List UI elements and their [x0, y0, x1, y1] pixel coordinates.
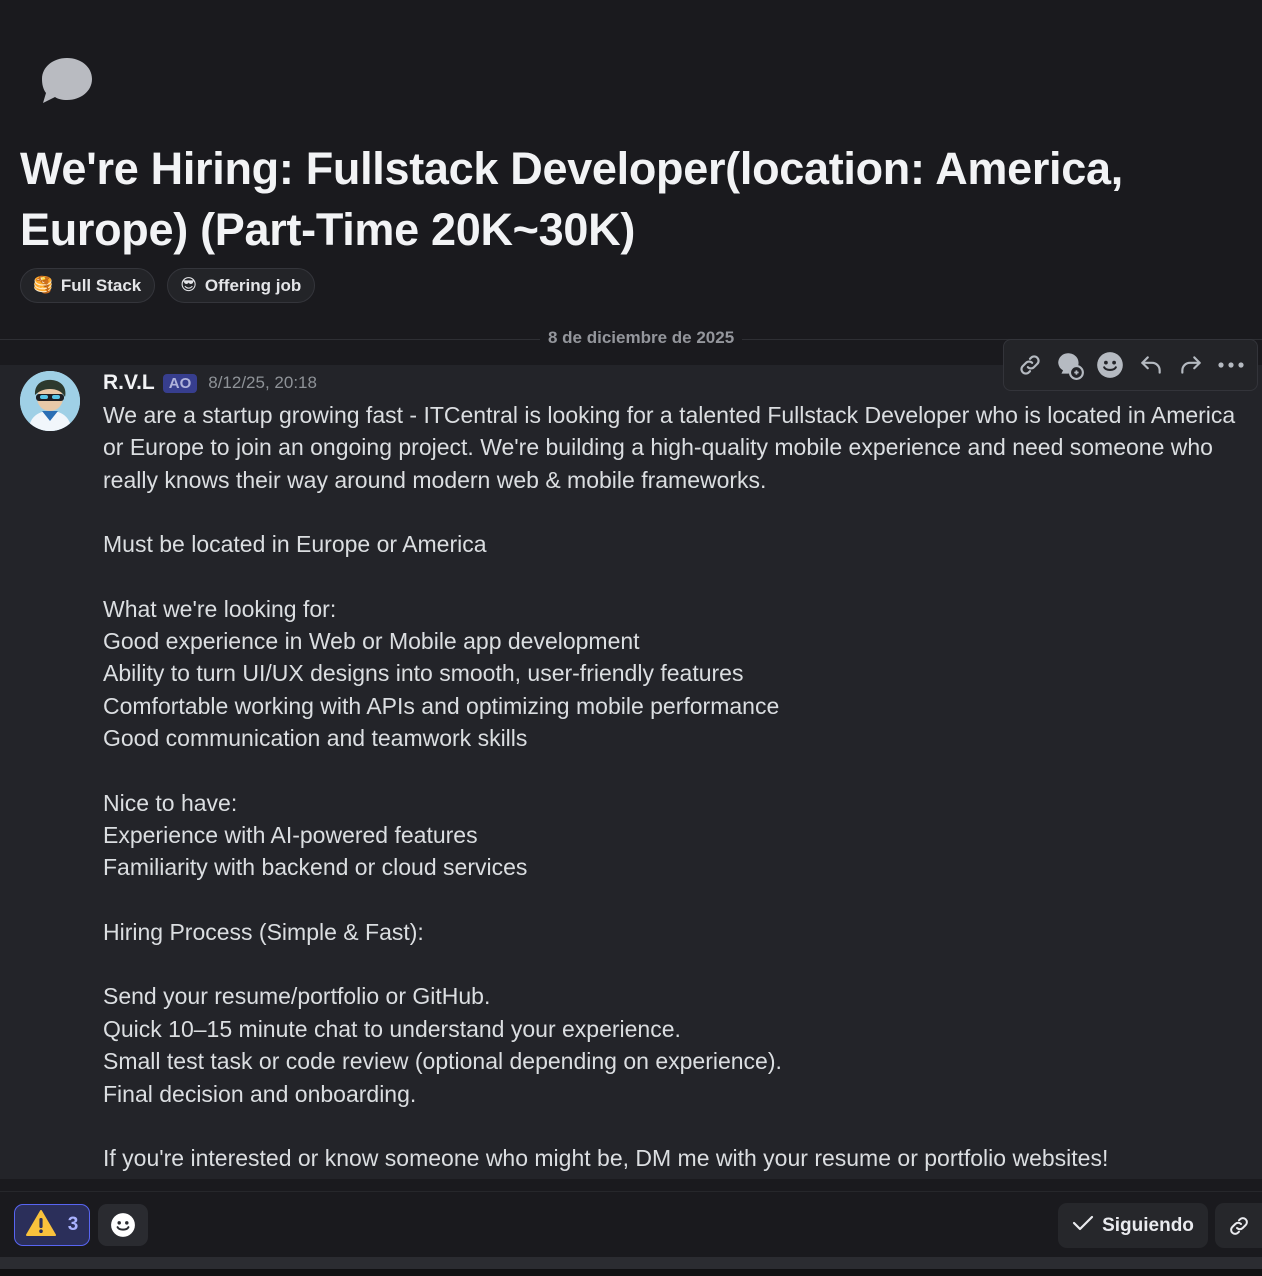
thread-footer: 3 Siguiendo	[0, 1191, 1262, 1257]
message-header: R.V.L AO 8/12/25, 20:18	[103, 371, 317, 395]
message-paragraph: Must be located in Europe or America	[103, 531, 487, 558]
emoji-icon	[111, 1213, 135, 1237]
bottom-strip	[0, 1257, 1262, 1276]
sunglasses-face-icon: 😎	[180, 276, 197, 294]
message-body: We are a startup growing fast - ITCentra…	[103, 399, 1253, 1174]
reply-icon[interactable]	[1134, 348, 1168, 382]
tag-full-stack[interactable]: 🥞 Full Stack	[20, 268, 156, 303]
message-paragraph: What we're looking for: Good experience …	[103, 595, 780, 752]
warning-icon	[25, 1209, 56, 1242]
message[interactable]: R.V.L AO 8/12/25, 20:18 We are a startup…	[0, 339, 1262, 1179]
reaction-count: 3	[67, 1214, 79, 1235]
reaction-warning[interactable]: 3	[14, 1204, 90, 1246]
message-timestamp: 8/12/25, 20:18	[208, 373, 317, 392]
tag-offering-job[interactable]: 😎 Offering job	[167, 268, 316, 303]
link-icon	[1229, 1216, 1248, 1235]
tag-list: 🥞 Full Stack 😎 Offering job	[20, 268, 316, 303]
pancakes-icon: 🥞	[33, 276, 53, 294]
author-name[interactable]: R.V.L	[103, 371, 155, 395]
thread-header: We're Hiring: Fullstack Developer(locati…	[0, 0, 1262, 365]
copy-link-button[interactable]	[1215, 1203, 1262, 1248]
tag-label: Full Stack	[60, 275, 142, 295]
thread-title: We're Hiring: Fullstack Developer(locati…	[20, 143, 1123, 255]
thread-reply-icon[interactable]	[1053, 348, 1087, 382]
follow-label: Siguiendo	[1102, 1214, 1194, 1236]
message-paragraph: Send your resume/portfolio or GitHub. Qu…	[103, 983, 782, 1107]
tag-label: Offering job	[204, 275, 302, 295]
message-paragraph: We are a startup growing fast - ITCentra…	[103, 402, 1242, 493]
date-divider-label: 8 de diciembre de 2025	[540, 328, 743, 348]
message-paragraph: Nice to have: Experience with AI-powered…	[103, 789, 528, 881]
forward-icon[interactable]	[1174, 348, 1208, 382]
link-icon[interactable]	[1013, 348, 1047, 382]
message-actions-toolbar	[1003, 339, 1258, 391]
avatar[interactable]	[20, 371, 80, 431]
follow-button[interactable]: Siguiendo	[1058, 1203, 1208, 1248]
chat-bubble-icon	[38, 54, 96, 108]
message-paragraph: If you're interested or know someone who…	[103, 1144, 1109, 1171]
message-paragraph: Hiring Process (Simple & Fast):	[103, 918, 424, 945]
more-icon[interactable]	[1214, 348, 1248, 382]
check-icon	[1072, 1214, 1094, 1238]
emoji-icon[interactable]	[1093, 348, 1127, 382]
role-badge[interactable]: AO	[162, 373, 198, 393]
add-reaction-button[interactable]	[98, 1204, 148, 1246]
